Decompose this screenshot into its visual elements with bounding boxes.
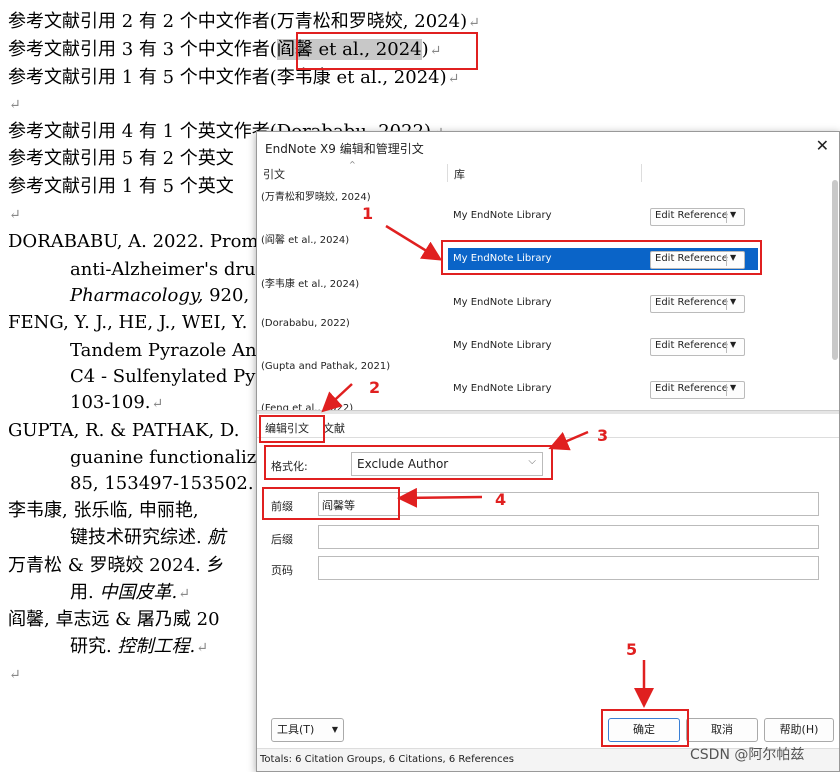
annotation-label-5: 5 <box>626 640 638 659</box>
watermark: CSDN @阿尔帕兹 <box>690 747 805 763</box>
annotation-label-4: 4 <box>495 490 507 509</box>
annotation-arrows <box>321 224 654 708</box>
annotation-label-1: 1 <box>362 204 374 223</box>
annotation-label-2: 2 <box>369 378 381 397</box>
annotation-label-3: 3 <box>597 426 609 445</box>
